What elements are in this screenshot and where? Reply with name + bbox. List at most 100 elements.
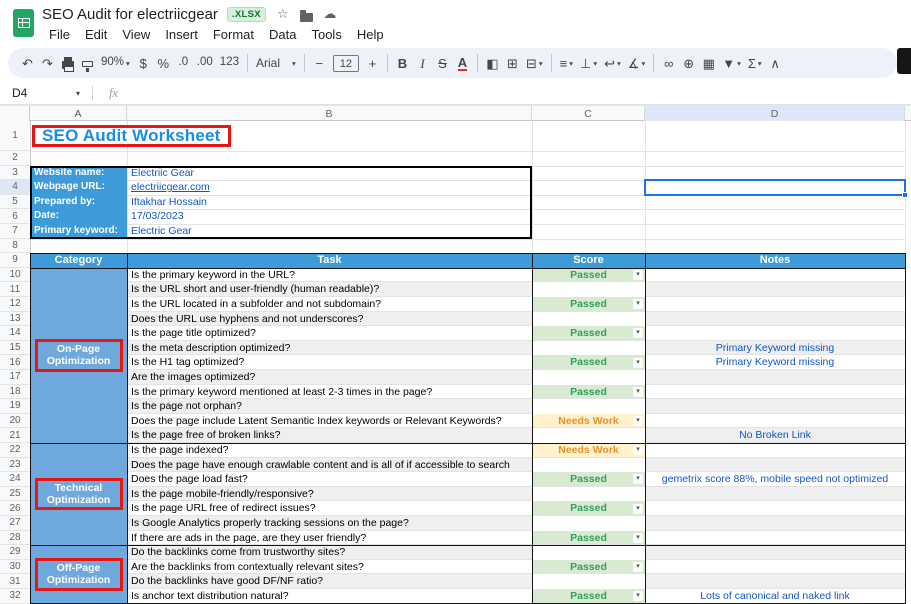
formula-input[interactable] — [128, 82, 911, 104]
cell-D28[interactable] — [645, 531, 905, 546]
row-header-19[interactable]: 19 — [0, 399, 30, 414]
cell-B26[interactable]: Is the page URL free of redirect issues? — [127, 501, 532, 516]
cell-B29[interactable]: Do the backlinks come from trustworthy s… — [127, 545, 532, 560]
cell-D15[interactable]: Primary Keyword missing — [645, 341, 905, 356]
cell-D30[interactable] — [645, 560, 905, 575]
cell-D25[interactable] — [645, 487, 905, 502]
cell-C19[interactable]: Passed▾ — [532, 531, 645, 546]
cell-D22[interactable] — [645, 443, 905, 458]
cell-B28[interactable]: If there are ads in the page, are they u… — [127, 531, 532, 546]
fill-handle[interactable] — [902, 192, 908, 198]
menu-data[interactable]: Data — [262, 26, 303, 43]
cell-B17[interactable]: Are the images optimized? — [127, 370, 532, 385]
score-dropdown-icon[interactable]: ▾ — [633, 474, 643, 484]
cell-B12[interactable]: Is the URL located in a subfolder and no… — [127, 297, 532, 312]
cell-B13[interactable]: Does the URL use hyphens and not undersc… — [127, 312, 532, 327]
cell-D18[interactable] — [645, 385, 905, 400]
score-dropdown-icon[interactable]: ▾ — [633, 562, 643, 572]
cell-D23[interactable] — [645, 458, 905, 473]
info-value-3[interactable]: 17/03/2023 — [127, 209, 532, 224]
cell-B19[interactable]: Is the page not orphan? — [127, 399, 532, 414]
cell-D26[interactable] — [645, 501, 905, 516]
cell-C11[interactable]: Passed▾ — [532, 297, 645, 312]
text-color-button[interactable]: A — [453, 51, 472, 75]
cell-D12[interactable] — [645, 297, 905, 312]
row-header-6[interactable]: 6 — [0, 209, 30, 224]
cell-B20[interactable]: Does the page include Latent Semantic In… — [127, 414, 532, 429]
score-dropdown-icon[interactable]: ▾ — [633, 533, 643, 543]
menu-format[interactable]: Format — [206, 26, 261, 43]
row-header-22[interactable]: 22 — [0, 443, 30, 458]
cell-D19[interactable] — [645, 399, 905, 414]
format-percent-button[interactable]: % — [154, 51, 173, 75]
column-header-D[interactable]: D — [645, 106, 905, 121]
row-header-17[interactable]: 17 — [0, 370, 30, 385]
cell-D17[interactable] — [645, 370, 905, 385]
cell-C15[interactable]: Needs Work▾ — [532, 414, 645, 429]
row-header-29[interactable]: 29 — [0, 545, 30, 560]
menu-insert[interactable]: Insert — [158, 26, 205, 43]
table-header-notes[interactable]: Notes — [645, 253, 905, 268]
cell-C14[interactable]: Passed▾ — [532, 385, 645, 400]
row-header-31[interactable]: 31 — [0, 574, 30, 589]
score-dropdown-icon[interactable]: ▾ — [633, 328, 643, 338]
cell-D13[interactable] — [645, 312, 905, 327]
cell-B11[interactable]: Is the URL short and user-friendly (huma… — [127, 282, 532, 297]
cell-B30[interactable]: Are the backlinks from contextually rele… — [127, 560, 532, 575]
cell-A1[interactable]: SEO Audit Worksheet — [32, 121, 532, 151]
score-dropdown-icon[interactable]: ▾ — [633, 591, 643, 601]
decrease-decimal-button[interactable]: .0 — [174, 51, 193, 75]
row-header-9[interactable]: 9 — [0, 253, 30, 268]
score-dropdown-icon[interactable]: ▾ — [633, 387, 643, 397]
row-header-28[interactable]: 28 — [0, 531, 30, 546]
column-header-B[interactable]: B — [127, 106, 532, 121]
cell-C21[interactable]: Passed▾ — [532, 589, 645, 604]
category-cell-0[interactable]: On-Page Optimization — [30, 268, 127, 443]
info-label-1[interactable]: Webpage URL: — [30, 180, 127, 195]
cell-D24[interactable]: gemetrix score 88%, mobile speed not opt… — [645, 472, 905, 487]
cell-C12[interactable]: Passed▾ — [532, 326, 645, 341]
cell-C13[interactable]: Passed▾ — [532, 355, 645, 370]
row-header-12[interactable]: 12 — [0, 297, 30, 312]
table-header-category[interactable]: Category — [30, 253, 127, 268]
cell-B23[interactable]: Does the page have enough crawlable cont… — [127, 458, 532, 473]
row-header-8[interactable]: 8 — [0, 239, 30, 254]
cell-B27[interactable]: Is Google Analytics properly tracking se… — [127, 516, 532, 531]
fill-color-button[interactable]: ◧ — [483, 51, 502, 75]
functions-button[interactable]: Σ▾ — [745, 51, 765, 75]
score-dropdown-icon[interactable]: ▾ — [633, 299, 643, 309]
zoom-button[interactable]: 90%▾ — [98, 51, 133, 75]
borders-button[interactable]: ⊞ — [503, 51, 522, 75]
cell-B18[interactable]: Is the primary keyword mentioned at leas… — [127, 385, 532, 400]
row-header-27[interactable]: 27 — [0, 516, 30, 531]
cell-D11[interactable] — [645, 282, 905, 297]
move-folder-icon[interactable] — [300, 13, 313, 22]
row-header-16[interactable]: 16 — [0, 355, 30, 370]
print-icon[interactable] — [58, 51, 77, 75]
cell-B16[interactable]: Is the H1 tag optimized? — [127, 355, 532, 370]
cell-D27[interactable] — [645, 516, 905, 531]
row-header-30[interactable]: 30 — [0, 560, 30, 575]
format-currency-button[interactable]: $ — [134, 51, 153, 75]
insert-chart-button[interactable]: ▦ — [699, 51, 718, 75]
hide-toolbar-button[interactable]: ∧ — [766, 51, 785, 75]
star-icon[interactable]: ☆ — [275, 6, 291, 22]
row-header-23[interactable]: 23 — [0, 458, 30, 473]
row-header-2[interactable]: 2 — [0, 151, 30, 166]
row-header-14[interactable]: 14 — [0, 326, 30, 341]
row-header-18[interactable]: 18 — [0, 385, 30, 400]
redo-button[interactable]: ↷ — [38, 51, 57, 75]
cell-D16[interactable]: Primary Keyword missing — [645, 355, 905, 370]
cell-B25[interactable]: Is the page mobile-friendly/responsive? — [127, 487, 532, 502]
cell-D20[interactable] — [645, 414, 905, 429]
text-rotation-button[interactable]: ∡▾ — [625, 51, 648, 75]
row-header-10[interactable]: 10 — [0, 268, 30, 283]
menu-help[interactable]: Help — [350, 26, 391, 43]
info-value-4[interactable]: Electric Gear — [127, 224, 532, 239]
horizontal-align-button[interactable]: ≡▾ — [557, 51, 576, 75]
row-header-7[interactable]: 7 — [0, 224, 30, 239]
insert-link-button[interactable]: ∞ — [659, 51, 678, 75]
cell-B31[interactable]: Do the backlinks have good DF/NF ratio? — [127, 574, 532, 589]
cell-C10[interactable]: Passed▾ — [532, 268, 645, 283]
menu-view[interactable]: View — [115, 26, 157, 43]
